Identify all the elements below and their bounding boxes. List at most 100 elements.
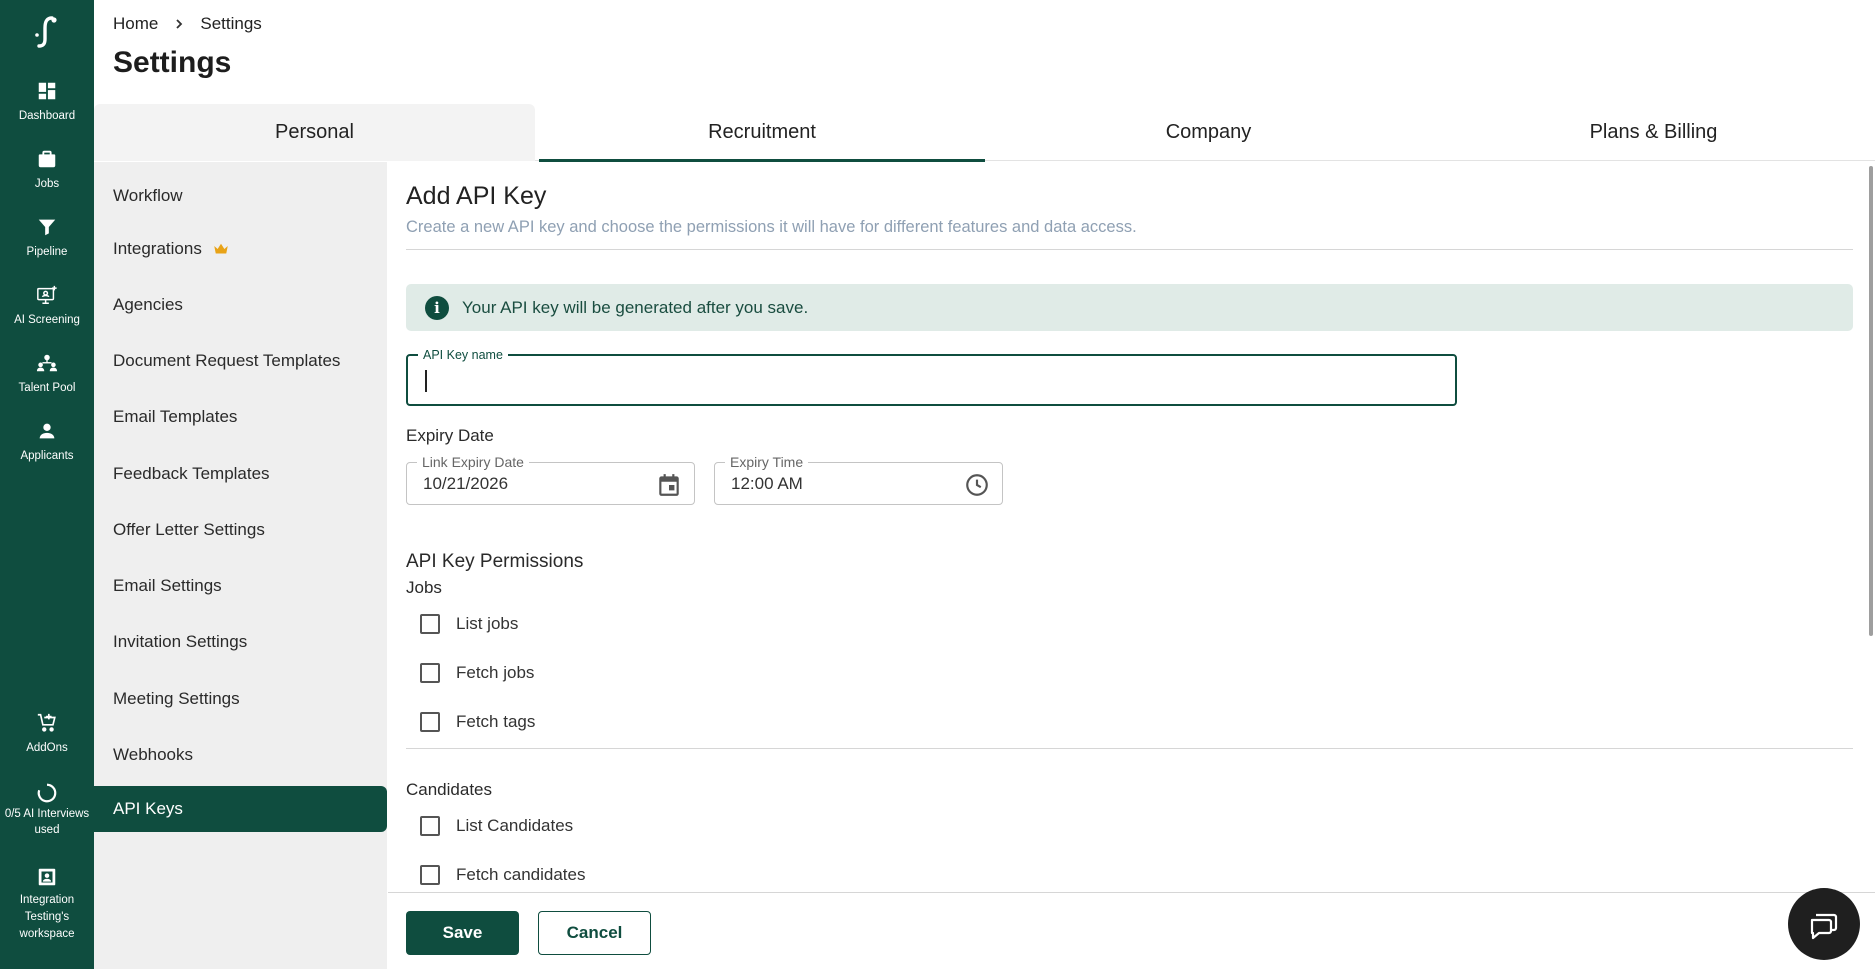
subnav-document-request-templates[interactable]: Document Request Templates <box>94 338 387 384</box>
nav-addons[interactable]: AddOns <box>0 712 94 756</box>
main-nav-rail: Dashboard Jobs Pipeline AI Screening Tal… <box>0 0 94 969</box>
nav-dashboard[interactable]: Dashboard <box>0 80 94 124</box>
subnav-email-settings[interactable]: Email Settings <box>94 563 387 609</box>
briefcase-icon <box>38 150 56 168</box>
chat-launcher[interactable] <box>1788 888 1860 960</box>
nav-dashboard-label: Dashboard <box>18 110 76 122</box>
calendar-icon[interactable] <box>656 472 682 498</box>
workspace-label: Integration Testing's workspace <box>19 894 75 940</box>
tab-recruitment[interactable]: Recruitment <box>539 104 985 162</box>
add-api-key-form: Add API Key Create a new API key and cho… <box>388 162 1875 969</box>
scrollbar[interactable] <box>1869 166 1873 636</box>
subnav-invitation-settings[interactable]: Invitation Settings <box>94 619 387 665</box>
talent-pool-icon <box>36 354 58 372</box>
dashboard-icon <box>38 82 56 100</box>
crown-icon <box>214 243 228 254</box>
workspace-switcher[interactable]: Integration Testing's workspace <box>0 866 94 943</box>
nav-talent-pool[interactable]: Talent Pool <box>0 352 94 396</box>
workspace-icon <box>38 868 56 886</box>
checkbox[interactable] <box>420 712 440 732</box>
subnav-api-keys[interactable]: API Keys <box>94 786 387 832</box>
expiry-time-input[interactable] <box>731 463 932 504</box>
tab-personal[interactable]: Personal <box>94 104 535 161</box>
subnav-webhooks[interactable]: Webhooks <box>94 732 387 778</box>
checkbox[interactable] <box>420 865 440 885</box>
settings-subnav: Workflow Integrations Agencies Document … <box>94 162 387 969</box>
permission-fetch-jobs[interactable]: Fetch jobs <box>420 661 534 685</box>
subnav-agencies[interactable]: Agencies <box>94 282 387 328</box>
api-key-name-input[interactable] <box>424 356 1157 404</box>
checkbox[interactable] <box>420 614 440 634</box>
subnav-email-templates[interactable]: Email Templates <box>94 394 387 440</box>
clock-icon[interactable] <box>964 472 990 498</box>
subnav-label: Webhooks <box>113 745 194 764</box>
subnav-label: Email Settings <box>113 576 222 595</box>
link-expiry-date-field[interactable]: Link Expiry Date <box>406 454 695 505</box>
nav-ai-screening-label: AI Screening <box>14 314 80 326</box>
nav-jobs[interactable]: Jobs <box>0 148 94 192</box>
settings-tabs: Personal Recruitment Company Plans & Bil… <box>94 104 1875 162</box>
subnav-label: Offer Letter Settings <box>113 520 265 539</box>
checkbox-label: List Candidates <box>456 816 574 835</box>
logo-icon <box>35 16 57 48</box>
subnav-workflow[interactable]: Workflow <box>94 173 387 219</box>
ai-interviews-usage[interactable]: 0/5 AI Interviews used <box>0 782 94 838</box>
subnav-feedback-templates[interactable]: Feedback Templates <box>94 451 387 497</box>
checkbox-label: Fetch jobs <box>456 663 535 682</box>
subnav-label: Meeting Settings <box>113 689 240 708</box>
permission-fetch-tags[interactable]: Fetch tags <box>420 710 535 734</box>
page-title: Settings <box>113 46 232 79</box>
nav-addons-label: AddOns <box>26 742 68 754</box>
nav-pipeline-label: Pipeline <box>26 246 68 258</box>
subnav-label: API Keys <box>113 799 183 818</box>
breadcrumb-home[interactable]: Home <box>113 14 158 34</box>
breadcrumb-current: Settings <box>200 14 262 33</box>
subnav-label: Feedback Templates <box>113 464 270 483</box>
cancel-button[interactable]: Cancel <box>538 911 651 955</box>
permission-list-candidates[interactable]: List Candidates <box>420 814 573 838</box>
subnav-label: Integrations <box>113 239 202 258</box>
form-actions: Save Cancel <box>388 892 1875 969</box>
link-expiry-date-input[interactable] <box>423 463 624 504</box>
filter-icon <box>38 219 56 236</box>
subnav-label: Invitation Settings <box>113 632 248 651</box>
cart-add-icon <box>37 713 56 732</box>
subnav-label: Agencies <box>113 295 183 314</box>
info-icon: i <box>425 295 449 320</box>
chat-icon <box>1810 913 1838 940</box>
app-logo[interactable] <box>0 14 94 50</box>
expiry-date-heading: Expiry Date <box>406 426 494 445</box>
tab-company[interactable]: Company <box>985 104 1432 161</box>
info-alert: i Your API key will be generated after y… <box>406 284 1853 331</box>
form-title: Add API Key <box>406 182 547 210</box>
nav-applicants[interactable]: Applicants <box>0 420 94 464</box>
permission-group-jobs: Jobs <box>406 578 442 597</box>
subnav-integrations[interactable]: Integrations <box>94 226 387 272</box>
nav-talent-pool-label: Talent Pool <box>18 382 76 394</box>
breadcrumb: Home Settings <box>113 13 262 35</box>
chevron-right-icon <box>170 15 188 33</box>
nav-ai-screening[interactable]: AI Screening <box>0 284 94 328</box>
subnav-label: Email Templates <box>113 407 238 426</box>
save-button[interactable]: Save <box>406 911 519 955</box>
subnav-label: Document Request Templates <box>113 351 341 370</box>
checkbox[interactable] <box>420 816 440 836</box>
api-key-name-field[interactable]: API Key name <box>406 347 1457 406</box>
permissions-heading: API Key Permissions <box>406 551 584 572</box>
tab-plans-billing[interactable]: Plans & Billing <box>1432 104 1875 161</box>
checkbox-label: Fetch candidates <box>456 865 586 884</box>
nav-pipeline[interactable]: Pipeline <box>0 216 94 260</box>
nav-jobs-label: Jobs <box>34 178 60 190</box>
subnav-offer-letter-settings[interactable]: Offer Letter Settings <box>94 507 387 553</box>
subnav-meeting-settings[interactable]: Meeting Settings <box>94 676 387 722</box>
divider <box>406 249 1853 250</box>
permission-list-jobs[interactable]: List jobs <box>420 612 518 636</box>
person-icon <box>39 423 55 439</box>
progress-ring-icon <box>37 783 57 803</box>
checkbox-label: List jobs <box>456 614 519 633</box>
ai-screening-icon <box>37 285 57 304</box>
checkbox[interactable] <box>420 663 440 683</box>
permission-group-candidates: Candidates <box>406 780 493 799</box>
permission-fetch-candidates[interactable]: Fetch candidates <box>420 863 585 887</box>
expiry-time-field[interactable]: Expiry Time <box>714 454 1003 505</box>
